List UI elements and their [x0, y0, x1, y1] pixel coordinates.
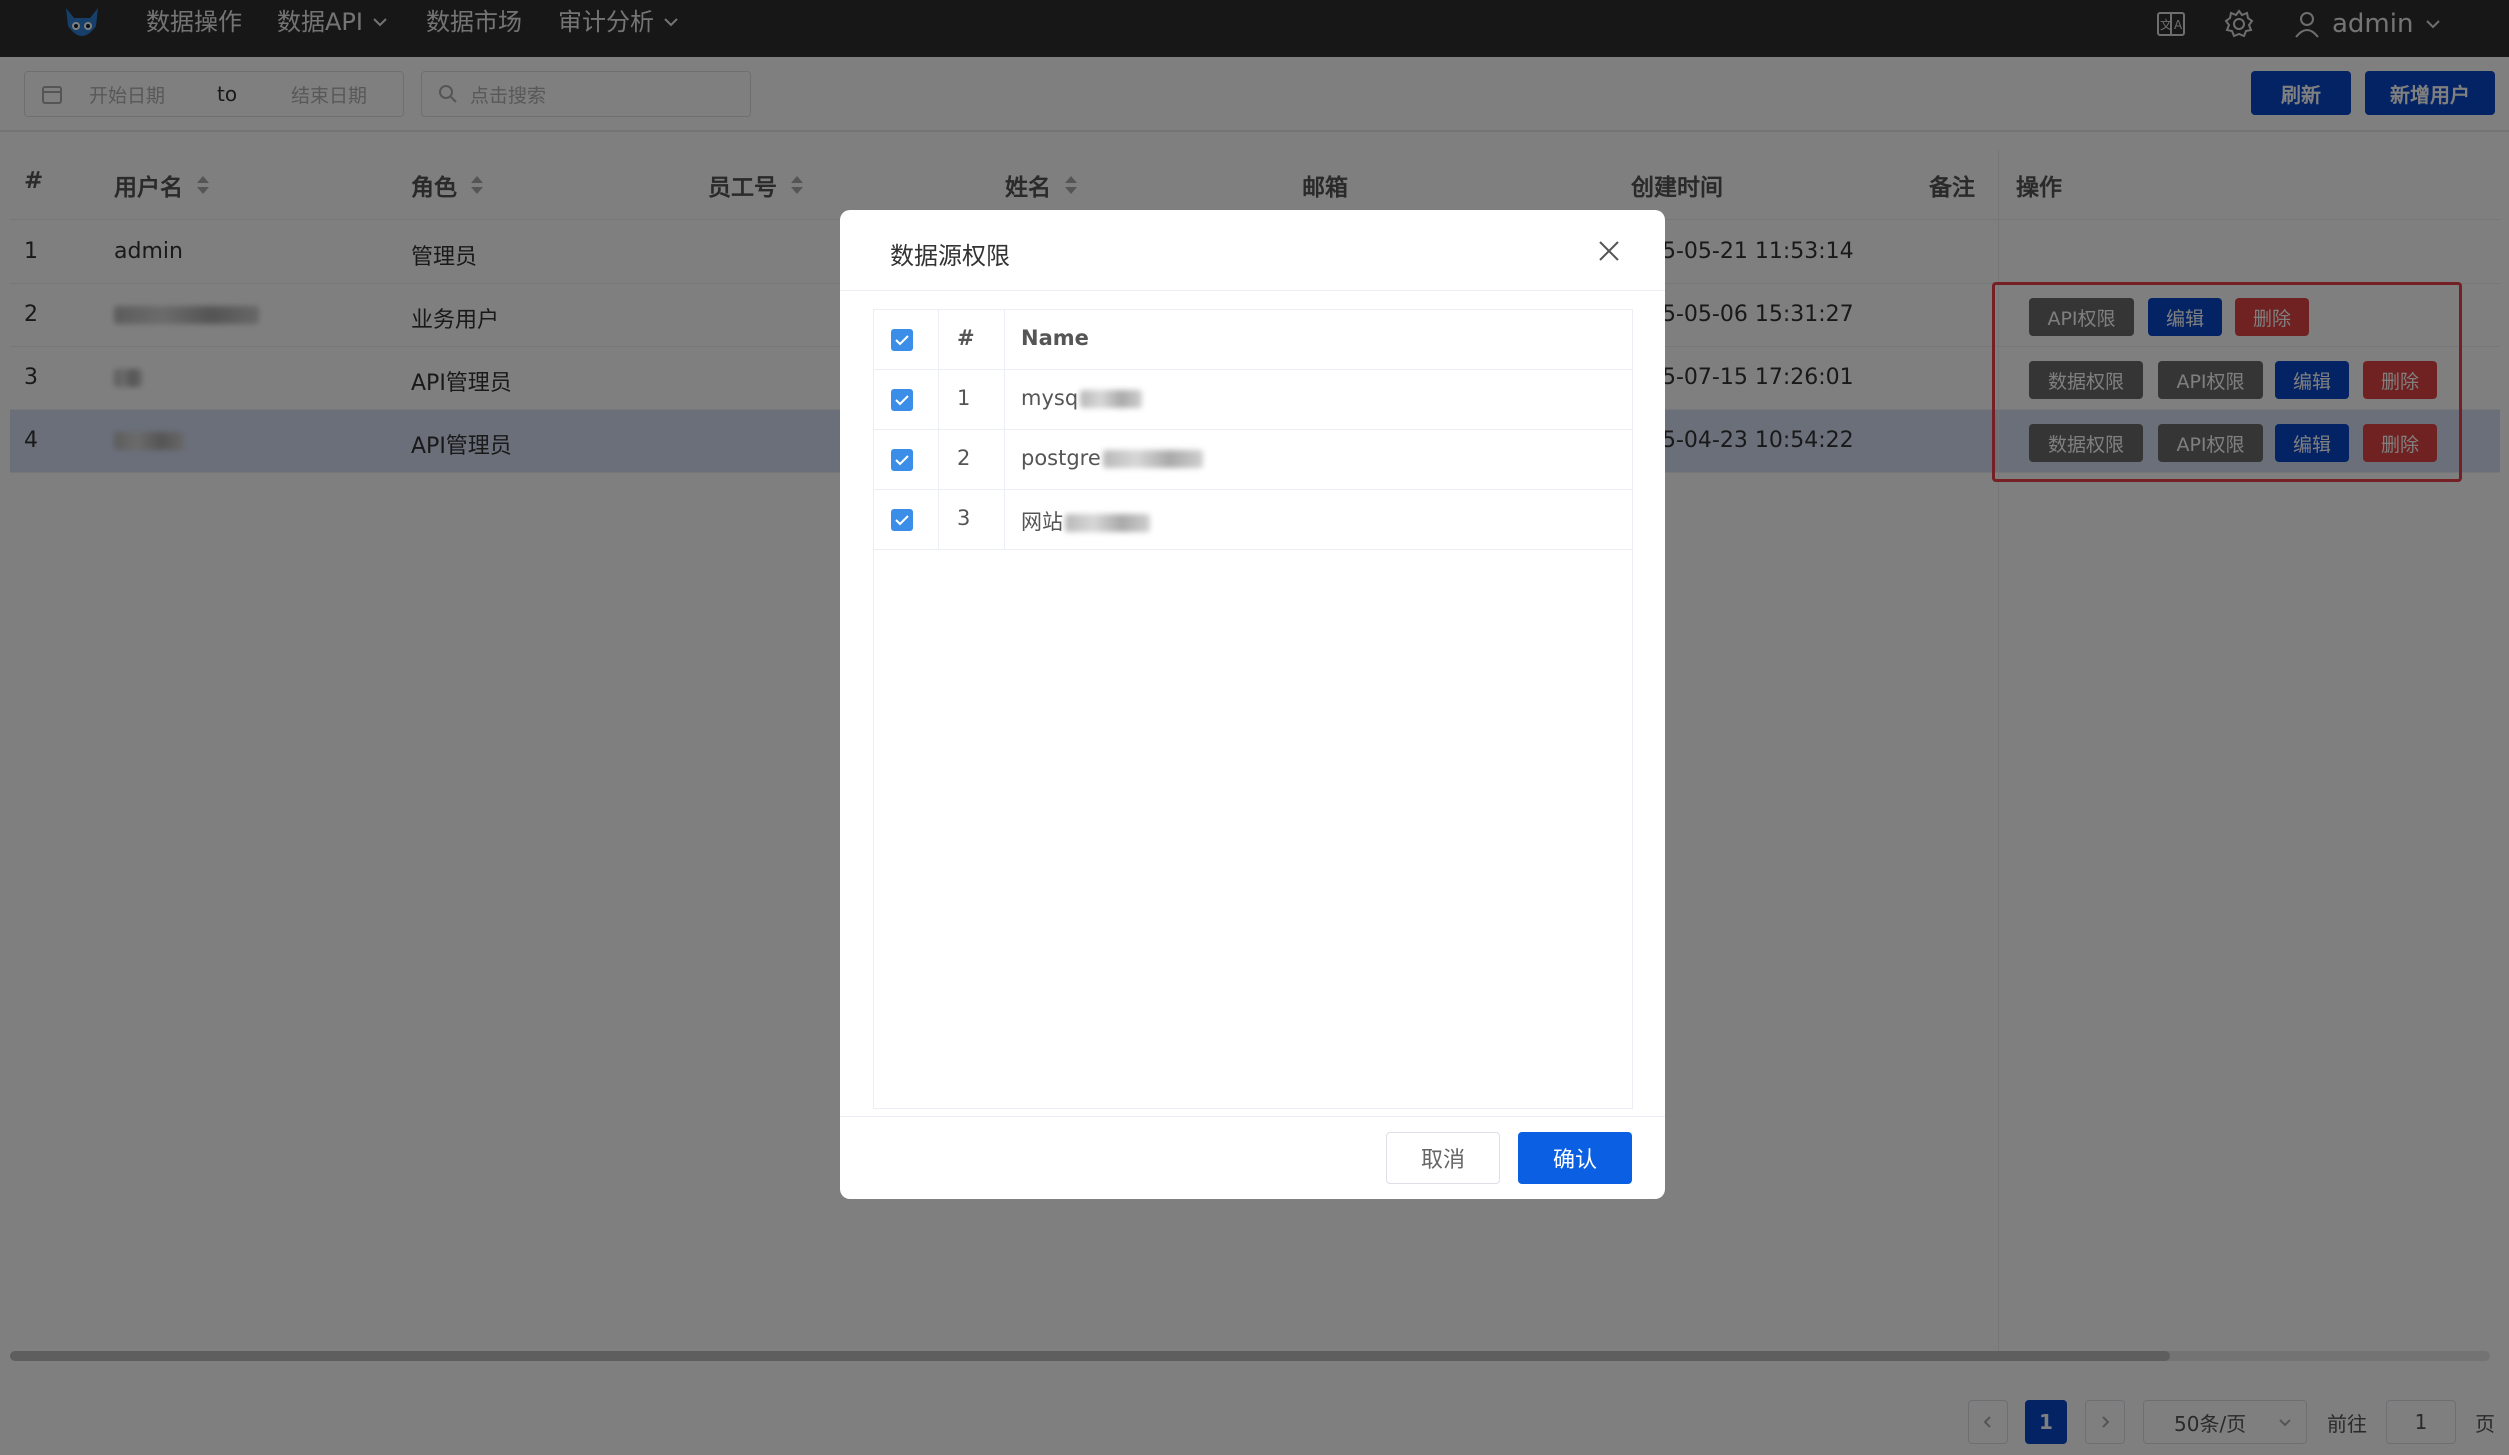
col-header-index: #: [957, 326, 975, 350]
row-checkbox[interactable]: [891, 449, 913, 471]
dialog-title: 数据源权限: [890, 242, 1010, 270]
datasource-row[interactable]: 2 postgre: [874, 430, 1632, 490]
confirm-button[interactable]: 确认: [1518, 1132, 1632, 1184]
select-all-checkbox[interactable]: [891, 329, 913, 351]
row-name: mysq: [1021, 386, 1143, 410]
check-icon: [895, 335, 909, 346]
row-name: 网站: [1021, 506, 1150, 536]
datasource-table: # Name 1 mysq 2 postgre 3 网站: [873, 309, 1633, 1109]
cancel-button[interactable]: 取消: [1386, 1132, 1500, 1184]
datasource-table-header: # Name: [874, 310, 1632, 370]
row-checkbox[interactable]: [891, 509, 913, 531]
row-checkbox[interactable]: [891, 389, 913, 411]
datasource-permission-dialog: 数据源权限 # Name 1 mysq 2 postgre 3 网站 取消 确认: [840, 210, 1665, 1199]
check-icon: [895, 395, 909, 406]
row-index: 2: [957, 446, 971, 470]
check-icon: [895, 515, 909, 526]
row-index: 3: [957, 506, 971, 530]
check-icon: [895, 455, 909, 466]
close-icon[interactable]: [1594, 236, 1624, 266]
dialog-divider: [840, 290, 1665, 291]
datasource-row[interactable]: 3 网站: [874, 490, 1632, 550]
row-name: postgre: [1021, 446, 1203, 470]
datasource-row[interactable]: 1 mysq: [874, 370, 1632, 430]
col-header-name: Name: [1021, 326, 1089, 350]
row-index: 1: [957, 386, 971, 410]
dialog-footer-divider: [840, 1116, 1665, 1117]
